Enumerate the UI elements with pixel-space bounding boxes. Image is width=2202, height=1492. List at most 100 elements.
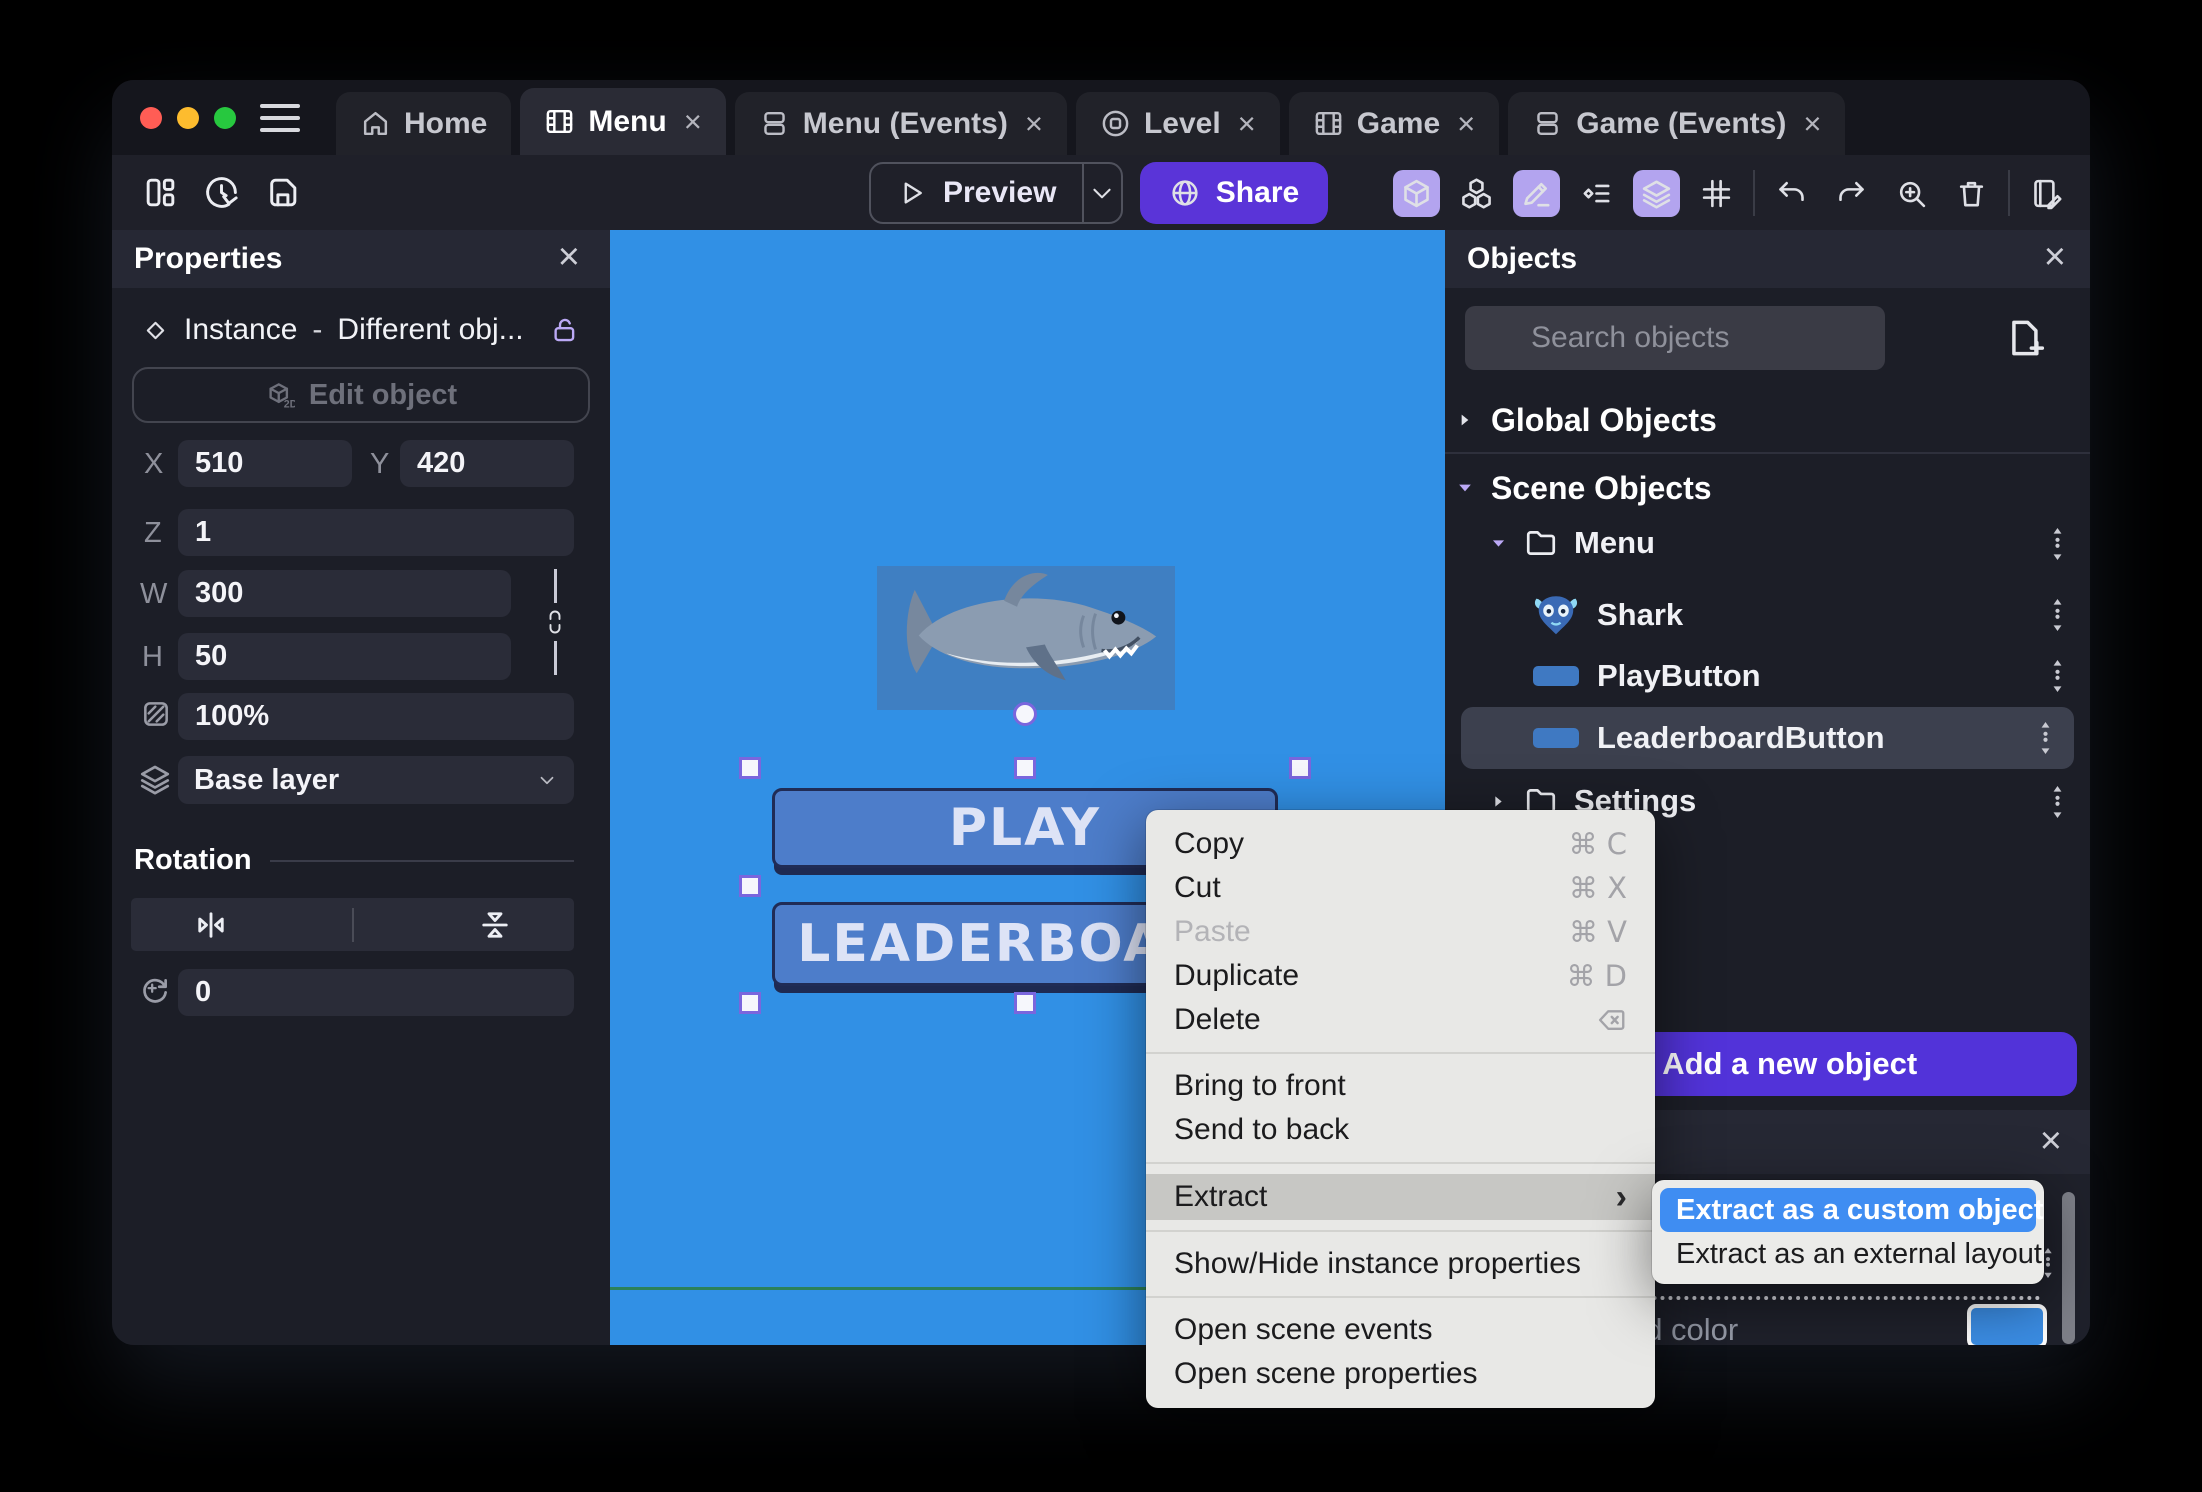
menu-item-duplicate[interactable]: Duplicate ⌘ D (1146, 954, 1655, 998)
menu-item-bring-to-front[interactable]: Bring to front (1146, 1064, 1655, 1108)
tab-close-icon[interactable]: × (684, 106, 702, 137)
flip-horizontal-icon[interactable] (193, 907, 229, 943)
trash-icon (1955, 177, 1988, 210)
open-panels-icon[interactable] (142, 174, 179, 211)
w-input[interactable] (178, 570, 511, 617)
tab-close-icon[interactable]: × (1803, 108, 1821, 139)
link-bar-bottom (554, 641, 557, 675)
save-icon[interactable] (264, 174, 301, 211)
link-width-height-toggle[interactable] (542, 569, 568, 675)
tab-home[interactable]: Home (336, 92, 512, 155)
menu-item-extract[interactable]: Extract › (1146, 1174, 1655, 1220)
y-input[interactable] (400, 440, 574, 487)
properties-panel-toggle[interactable] (1513, 169, 1560, 217)
tab-menu[interactable]: Menu × (520, 88, 726, 155)
menu-item-open-scene-properties[interactable]: Open scene properties (1146, 1352, 1655, 1396)
main-menu-icon[interactable] (260, 104, 300, 132)
selection-handle-top-center[interactable] (1014, 757, 1036, 779)
layer-select[interactable]: Base layer (178, 756, 574, 804)
drag-handle-icon[interactable] (2051, 660, 2064, 692)
rotation-input[interactable] (178, 969, 574, 1016)
submenu-item-extract-external-layout[interactable]: Extract as an external layout (1660, 1232, 2042, 1276)
close-window-button[interactable] (140, 107, 162, 129)
rotate-handle[interactable] (1013, 702, 1037, 726)
tree-row-leaderboardbutton-selected[interactable]: LeaderboardButton (1461, 707, 2074, 769)
external-layout-icon (1100, 108, 1131, 139)
minimize-window-button[interactable] (177, 107, 199, 129)
selection-handle-top-left[interactable] (739, 757, 761, 779)
close-icon[interactable]: × (2044, 236, 2066, 279)
menu-item-delete[interactable]: Delete (1146, 998, 1655, 1042)
tab-close-icon[interactable]: × (1457, 108, 1475, 139)
menu-item-show-hide-instance-properties[interactable]: Show/Hide instance properties (1146, 1242, 1655, 1286)
submenu-arrow-icon: › (1615, 1178, 1627, 1216)
unlock-icon[interactable] (550, 315, 580, 345)
zoom-in-button[interactable] (1888, 170, 1935, 217)
folder-icon (1524, 526, 1558, 560)
layers-panel-toggle[interactable] (1633, 169, 1680, 217)
edit-scene-properties-icon[interactable] (2023, 170, 2070, 217)
grid-icon[interactable] (1693, 170, 1740, 217)
object-groups-icon (1580, 177, 1613, 210)
delete-button[interactable] (1948, 170, 1995, 217)
selection-handle-bottom-center[interactable] (1014, 992, 1036, 1014)
object-groups-icon[interactable] (1573, 170, 1620, 217)
objects-panel-toggle[interactable] (1393, 169, 1440, 217)
selection-handle-bottom-left[interactable] (739, 992, 761, 1014)
add-object-folder-icon[interactable] (2002, 316, 2046, 360)
shark-object-icon (1533, 594, 1579, 636)
tab-close-icon[interactable]: × (1025, 108, 1043, 139)
menu-item-cut[interactable]: Cut ⌘ X (1146, 866, 1655, 910)
layers-scrollbar[interactable] (2062, 1192, 2075, 1344)
menu-item-shortcut: ⌘ V (1568, 915, 1627, 949)
search-objects-input[interactable] (1465, 306, 1885, 370)
tree-row-playbutton[interactable]: PlayButton (1445, 654, 2090, 698)
history-icon[interactable] (203, 174, 240, 211)
tab-close-icon[interactable]: × (1238, 108, 1256, 139)
tab-label: Game (Events) (1576, 106, 1787, 140)
background-color-swatch[interactable] (1967, 1304, 2047, 1345)
toolbar-divider (1753, 170, 1755, 216)
x-input[interactable] (178, 440, 352, 487)
menu-item-copy[interactable]: Copy ⌘ C (1146, 822, 1655, 866)
edit-object-button[interactable]: 2D Edit object (132, 367, 590, 423)
objects-divider (1445, 452, 2090, 454)
tab-level[interactable]: Level × (1075, 92, 1280, 155)
undo-button[interactable] (1768, 170, 1815, 217)
preview-button-main[interactable]: Preview (871, 176, 1082, 210)
drag-handle-icon[interactable] (2051, 528, 2064, 560)
opacity-input[interactable] (178, 693, 574, 740)
drag-handle-icon[interactable] (2039, 722, 2052, 754)
rotate-icon (138, 974, 172, 1008)
drag-handle-icon[interactable] (2051, 786, 2064, 818)
tree-row-menu-folder[interactable]: Menu (1445, 520, 2090, 566)
instances-panel-toggle[interactable] (1453, 170, 1500, 217)
z-input[interactable] (178, 509, 574, 556)
preview-button[interactable]: Preview (869, 162, 1123, 224)
tree-row-leaderboardbutton[interactable]: LeaderboardButton (1461, 707, 2074, 769)
submenu-item-extract-custom-object[interactable]: Extract as a custom object (1660, 1188, 2043, 1232)
menu-item-open-scene-events[interactable]: Open scene events (1146, 1308, 1655, 1352)
drag-handle-icon[interactable] (2051, 599, 2064, 631)
redo-icon (1835, 177, 1868, 210)
menu-item-send-to-back[interactable]: Send to back (1146, 1108, 1655, 1152)
maximize-window-button[interactable] (214, 107, 236, 129)
tab-game-events[interactable]: Game (Events) × (1508, 92, 1846, 155)
h-input[interactable] (178, 633, 511, 680)
close-icon[interactable]: × (558, 236, 580, 279)
close-icon[interactable]: × (2040, 1120, 2062, 1163)
preview-options-button[interactable] (1084, 180, 1121, 206)
pencil-icon (1520, 177, 1553, 210)
share-button[interactable]: Share (1140, 162, 1328, 224)
global-objects-header[interactable]: Global Objects (1445, 398, 2090, 442)
flip-vertical-icon[interactable] (477, 907, 513, 943)
selection-handle-mid-left[interactable] (739, 875, 761, 897)
tree-row-shark[interactable]: Shark (1445, 590, 2090, 640)
submenu-item-label: Extract as an external layout (1676, 1237, 2042, 1270)
tab-game[interactable]: Game × (1288, 92, 1500, 155)
redo-button[interactable] (1828, 170, 1875, 217)
shark-sprite[interactable] (877, 566, 1175, 710)
scene-objects-header[interactable]: Scene Objects (1445, 466, 2090, 510)
selection-handle-top-right[interactable] (1289, 757, 1311, 779)
tab-menu-events[interactable]: Menu (Events) × (734, 92, 1067, 155)
